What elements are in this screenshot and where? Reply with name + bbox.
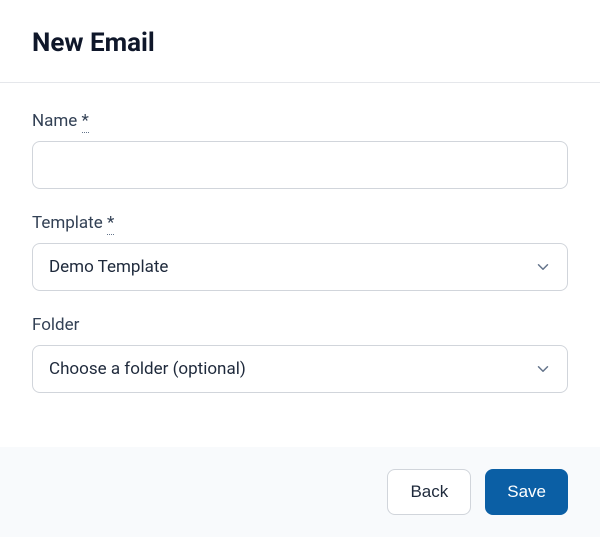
save-button[interactable]: Save <box>485 469 568 515</box>
template-select[interactable]: Demo Template <box>32 243 568 291</box>
folder-label: Folder <box>32 315 568 335</box>
template-label-text: Template <box>32 213 103 233</box>
name-label: Name * <box>32 111 568 131</box>
folder-select-wrapper: Choose a folder (optional) <box>32 345 568 393</box>
back-button[interactable]: Back <box>387 469 471 515</box>
dialog-header: New Email <box>0 0 600 82</box>
folder-field-group: Folder Choose a folder (optional) <box>32 315 568 393</box>
page-title: New Email <box>32 28 568 58</box>
new-email-dialog: New Email Name * Template * Demo Templat… <box>0 0 600 537</box>
name-required-asterisk: * <box>82 111 89 133</box>
folder-select[interactable]: Choose a folder (optional) <box>32 345 568 393</box>
folder-label-text: Folder <box>32 315 79 335</box>
form-body: Name * Template * Demo Template <box>0 83 600 425</box>
name-label-text: Name <box>32 111 77 131</box>
dialog-footer: Back Save <box>0 447 600 537</box>
template-selected-value: Demo Template <box>49 257 168 277</box>
folder-selected-value: Choose a folder (optional) <box>49 359 246 379</box>
template-field-group: Template * Demo Template <box>32 213 568 291</box>
template-required-asterisk: * <box>107 213 114 235</box>
template-select-wrapper: Demo Template <box>32 243 568 291</box>
name-field-group: Name * <box>32 111 568 189</box>
name-input[interactable] <box>32 141 568 189</box>
template-label: Template * <box>32 213 568 233</box>
